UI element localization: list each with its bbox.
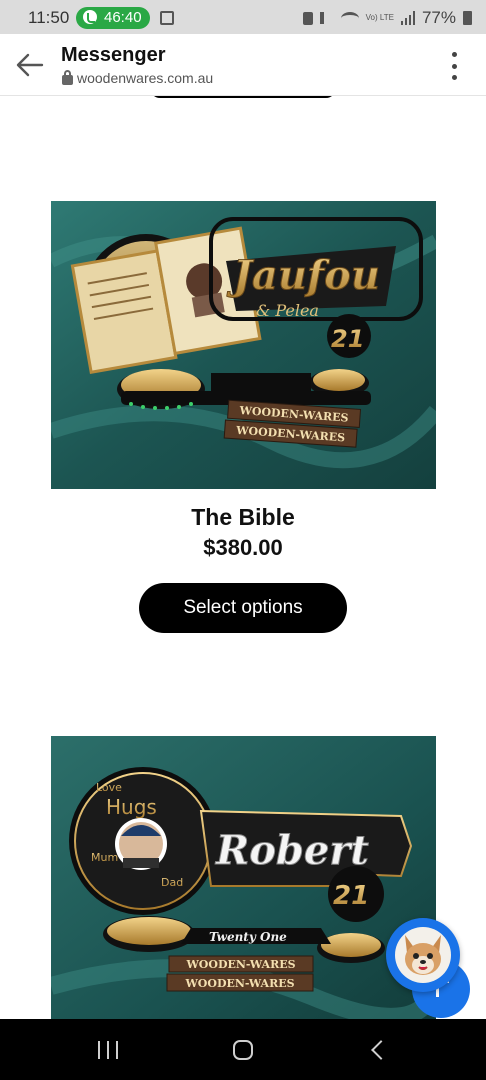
age-number-text: 21 bbox=[331, 325, 364, 353]
product-photo: Jaufou & Pelea 21 WOODEN-WARES WOODEN-WA… bbox=[51, 201, 436, 489]
wifi-icon bbox=[340, 11, 359, 25]
notification-check-icon bbox=[160, 11, 174, 25]
system-nav-bar bbox=[0, 1019, 486, 1080]
battery-icon bbox=[463, 11, 472, 25]
product-price: $380.00 bbox=[203, 535, 283, 560]
product-image-the-bible[interactable]: Jaufou & Pelea 21 WOODEN-WARES WOODEN-WA… bbox=[51, 201, 436, 489]
status-bar: 11:50 46:40 Vo) LTE 77% bbox=[0, 0, 486, 34]
chat-widget-button[interactable] bbox=[386, 918, 460, 992]
select-options-button[interactable]: Select options bbox=[139, 583, 347, 633]
dog-avatar-icon bbox=[395, 927, 451, 983]
web-content[interactable]: Jaufou & Pelea 21 WOODEN-WARES WOODEN-WA… bbox=[0, 96, 486, 1019]
browser-app-bar: Messenger woodenwares.com.au bbox=[0, 34, 486, 96]
lock-icon bbox=[62, 69, 73, 85]
plaque-subname-text: & Pelea bbox=[256, 301, 319, 320]
plaque-name-text: Jaufou bbox=[226, 252, 380, 299]
age-number-text: 21 bbox=[333, 881, 369, 911]
caption-text: Twenty One bbox=[209, 930, 287, 944]
word-art-text: Dad bbox=[161, 876, 183, 889]
product-title[interactable]: The Bible bbox=[0, 504, 486, 531]
back-button[interactable] bbox=[14, 50, 46, 80]
home-button[interactable] bbox=[233, 1040, 253, 1060]
word-art-text: Mum bbox=[91, 851, 118, 864]
previous-select-button[interactable] bbox=[150, 96, 336, 98]
page-title: Messenger bbox=[61, 44, 166, 66]
status-time: 11:50 bbox=[28, 8, 70, 27]
arrow-left-icon bbox=[16, 53, 44, 77]
url-text: woodenwares.com.au bbox=[77, 70, 214, 86]
product-photo: Love Mum Dad Hugs Robert 21 Twenty One W… bbox=[51, 736, 436, 1019]
brand-block-text: WOODEN-WARES bbox=[185, 958, 295, 971]
word-art-text: Love bbox=[96, 781, 122, 794]
signal-icon bbox=[400, 11, 415, 25]
word-art-hugs: Hugs bbox=[106, 795, 157, 819]
plaque-name-text: Robert bbox=[215, 827, 369, 874]
recent-apps-button[interactable] bbox=[98, 1041, 118, 1059]
battery-percent: 77% bbox=[421, 8, 456, 27]
status-icons: Vo) LTE 77% bbox=[302, 7, 472, 29]
active-call-pill[interactable]: 46:40 bbox=[76, 7, 150, 29]
mute-icon bbox=[319, 12, 334, 24]
more-vertical-icon bbox=[451, 52, 457, 57]
nav-back-button[interactable] bbox=[371, 1040, 391, 1060]
brand-block-text: WOODEN-WARES bbox=[184, 977, 294, 990]
phone-icon bbox=[83, 10, 97, 24]
url-bar[interactable]: woodenwares.com.au bbox=[62, 69, 214, 86]
lock-status-icon bbox=[302, 11, 313, 25]
lte-icon: Vo) LTE bbox=[365, 13, 394, 22]
call-duration: 46:40 bbox=[104, 9, 142, 26]
product-image-robert[interactable]: Love Mum Dad Hugs Robert 21 Twenty One W… bbox=[51, 736, 436, 1019]
more-options-button[interactable] bbox=[444, 52, 464, 80]
